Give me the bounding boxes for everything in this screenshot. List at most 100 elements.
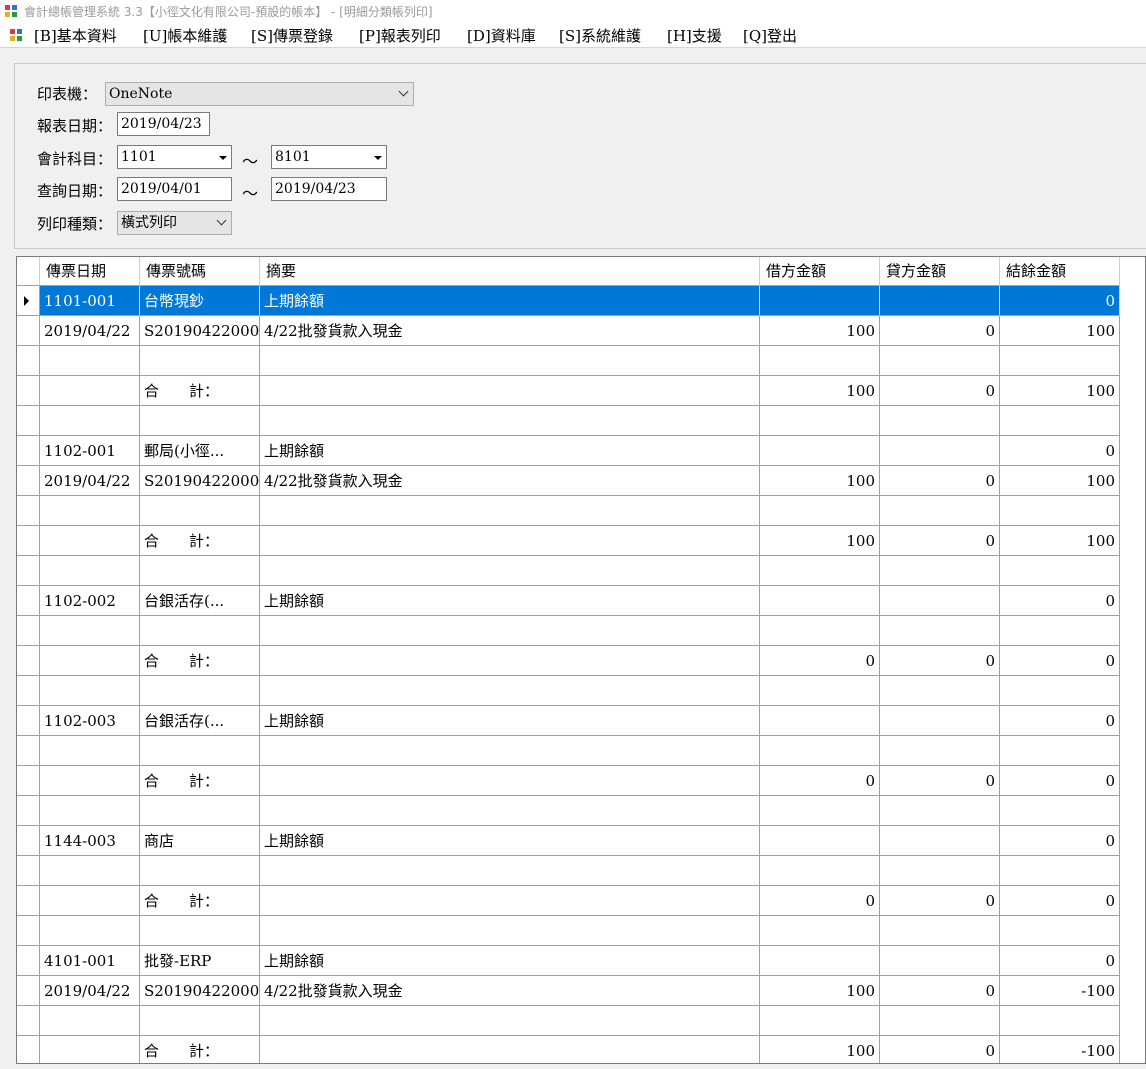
table-cell[interactable] xyxy=(140,796,260,826)
table-cell[interactable] xyxy=(760,706,880,736)
table-cell[interactable] xyxy=(40,646,140,676)
table-cell[interactable]: 0 xyxy=(880,766,1000,796)
table-cell[interactable] xyxy=(260,616,760,646)
table-cell[interactable] xyxy=(260,376,760,406)
menu-basic-data[interactable]: [B]基本資料 xyxy=(34,25,117,46)
row-header[interactable] xyxy=(17,946,40,976)
table-cell[interactable] xyxy=(140,736,260,766)
table-cell[interactable] xyxy=(260,496,760,526)
print-type-select[interactable]: 橫式列印 xyxy=(117,211,232,235)
table-cell[interactable]: 0 xyxy=(760,646,880,676)
table-cell[interactable] xyxy=(40,496,140,526)
table-cell[interactable]: 批發-ERP xyxy=(140,946,260,976)
table-cell[interactable]: 1144-003 xyxy=(40,826,140,856)
table-row[interactable]: 1102-003 台銀活存(... 上期餘額 0 xyxy=(17,706,1145,736)
table-row[interactable]: 4101-001 批發-ERP 上期餘額 0 xyxy=(17,946,1145,976)
table-row[interactable] xyxy=(17,1006,1145,1036)
table-cell[interactable] xyxy=(40,766,140,796)
table-cell[interactable]: 0 xyxy=(1000,946,1120,976)
table-cell[interactable] xyxy=(1000,736,1120,766)
row-header[interactable] xyxy=(17,376,40,406)
table-cell[interactable]: 0 xyxy=(1000,436,1120,466)
table-cell[interactable] xyxy=(40,556,140,586)
table-cell[interactable] xyxy=(1000,916,1120,946)
table-cell[interactable] xyxy=(760,946,880,976)
table-cell[interactable] xyxy=(880,676,1000,706)
table-cell[interactable]: 0 xyxy=(1000,766,1120,796)
query-to-input[interactable]: 2019/04/23 xyxy=(271,177,387,201)
menu-voucher-entry[interactable]: [S]傳票登錄 xyxy=(251,25,333,46)
table-cell[interactable]: 100 xyxy=(760,466,880,496)
row-header[interactable] xyxy=(17,286,40,316)
table-row[interactable]: 合 計： 0 0 0 xyxy=(17,886,1145,916)
table-cell[interactable]: 0 xyxy=(1000,706,1120,736)
table-cell[interactable] xyxy=(40,1006,140,1036)
table-cell[interactable] xyxy=(760,736,880,766)
table-cell[interactable]: 100 xyxy=(1000,526,1120,556)
table-cell[interactable]: 100 xyxy=(760,376,880,406)
ledger-grid[interactable]: 傳票日期 傳票號碼 摘要 借方金額 貸方金額 結餘金額 1101-001 台幣現鈔… xyxy=(16,256,1146,1064)
account-to-combo[interactable]: 8101 xyxy=(271,145,387,169)
table-cell[interactable] xyxy=(260,676,760,706)
table-cell[interactable]: 1101-001 xyxy=(40,286,140,316)
table-cell[interactable] xyxy=(760,676,880,706)
table-cell[interactable] xyxy=(880,346,1000,376)
table-cell[interactable]: 1102-002 xyxy=(40,586,140,616)
table-cell[interactable] xyxy=(260,916,760,946)
table-cell[interactable]: 0 xyxy=(760,766,880,796)
row-header[interactable] xyxy=(17,556,40,586)
table-cell[interactable]: 0 xyxy=(880,376,1000,406)
account-from-combo[interactable]: 1101 xyxy=(117,145,232,169)
table-cell[interactable] xyxy=(880,856,1000,886)
table-cell[interactable] xyxy=(880,616,1000,646)
table-cell[interactable] xyxy=(760,856,880,886)
row-header[interactable] xyxy=(17,916,40,946)
row-header[interactable] xyxy=(17,1006,40,1036)
table-cell[interactable]: 2019/04/22 xyxy=(40,316,140,346)
mdi-child-icon[interactable] xyxy=(9,28,23,42)
table-cell[interactable] xyxy=(1000,616,1120,646)
table-cell[interactable]: 100 xyxy=(760,976,880,1006)
table-cell[interactable] xyxy=(260,556,760,586)
column-header[interactable]: 傳票號碼 xyxy=(140,257,260,286)
table-row[interactable]: 合 計： 100 0 100 xyxy=(17,376,1145,406)
table-cell[interactable] xyxy=(140,406,260,436)
table-cell[interactable]: S201904220001 xyxy=(140,466,260,496)
table-row[interactable] xyxy=(17,796,1145,826)
table-row[interactable] xyxy=(17,496,1145,526)
row-header[interactable] xyxy=(17,406,40,436)
table-row[interactable] xyxy=(17,916,1145,946)
table-cell[interactable] xyxy=(40,856,140,886)
row-header[interactable] xyxy=(17,676,40,706)
table-row[interactable] xyxy=(17,616,1145,646)
table-cell[interactable]: -100 xyxy=(1000,976,1120,1006)
table-cell[interactable] xyxy=(1000,346,1120,376)
table-cell[interactable] xyxy=(260,1006,760,1036)
table-cell[interactable] xyxy=(880,406,1000,436)
table-cell[interactable] xyxy=(40,1036,140,1063)
table-cell[interactable] xyxy=(1000,796,1120,826)
table-cell[interactable] xyxy=(760,586,880,616)
table-cell[interactable] xyxy=(260,856,760,886)
table-cell[interactable]: 100 xyxy=(760,1036,880,1063)
table-cell[interactable] xyxy=(140,496,260,526)
row-header[interactable] xyxy=(17,616,40,646)
table-cell[interactable]: 4/22批發貨款入現金 xyxy=(260,316,760,346)
table-row[interactable]: 2019/04/22 S201904220001 4/22批發貨款入現金 100 0 10… xyxy=(17,466,1145,496)
table-cell[interactable] xyxy=(40,526,140,556)
row-header[interactable] xyxy=(17,646,40,676)
table-cell[interactable] xyxy=(880,736,1000,766)
column-header[interactable]: 貸方金額 xyxy=(880,257,1000,286)
table-cell[interactable] xyxy=(260,646,760,676)
menu-database[interactable]: [D]資料庫 xyxy=(467,25,536,46)
row-header[interactable] xyxy=(17,346,40,376)
row-header[interactable] xyxy=(17,466,40,496)
row-header[interactable] xyxy=(17,826,40,856)
table-cell[interactable] xyxy=(760,406,880,436)
table-cell[interactable]: 台銀活存(... xyxy=(140,586,260,616)
menu-logout[interactable]: [Q]登出 xyxy=(743,25,797,46)
table-cell[interactable] xyxy=(880,436,1000,466)
table-cell[interactable] xyxy=(140,1006,260,1036)
table-cell[interactable] xyxy=(40,796,140,826)
table-row[interactable]: 合 計： 100 0 -100 xyxy=(17,1036,1145,1063)
